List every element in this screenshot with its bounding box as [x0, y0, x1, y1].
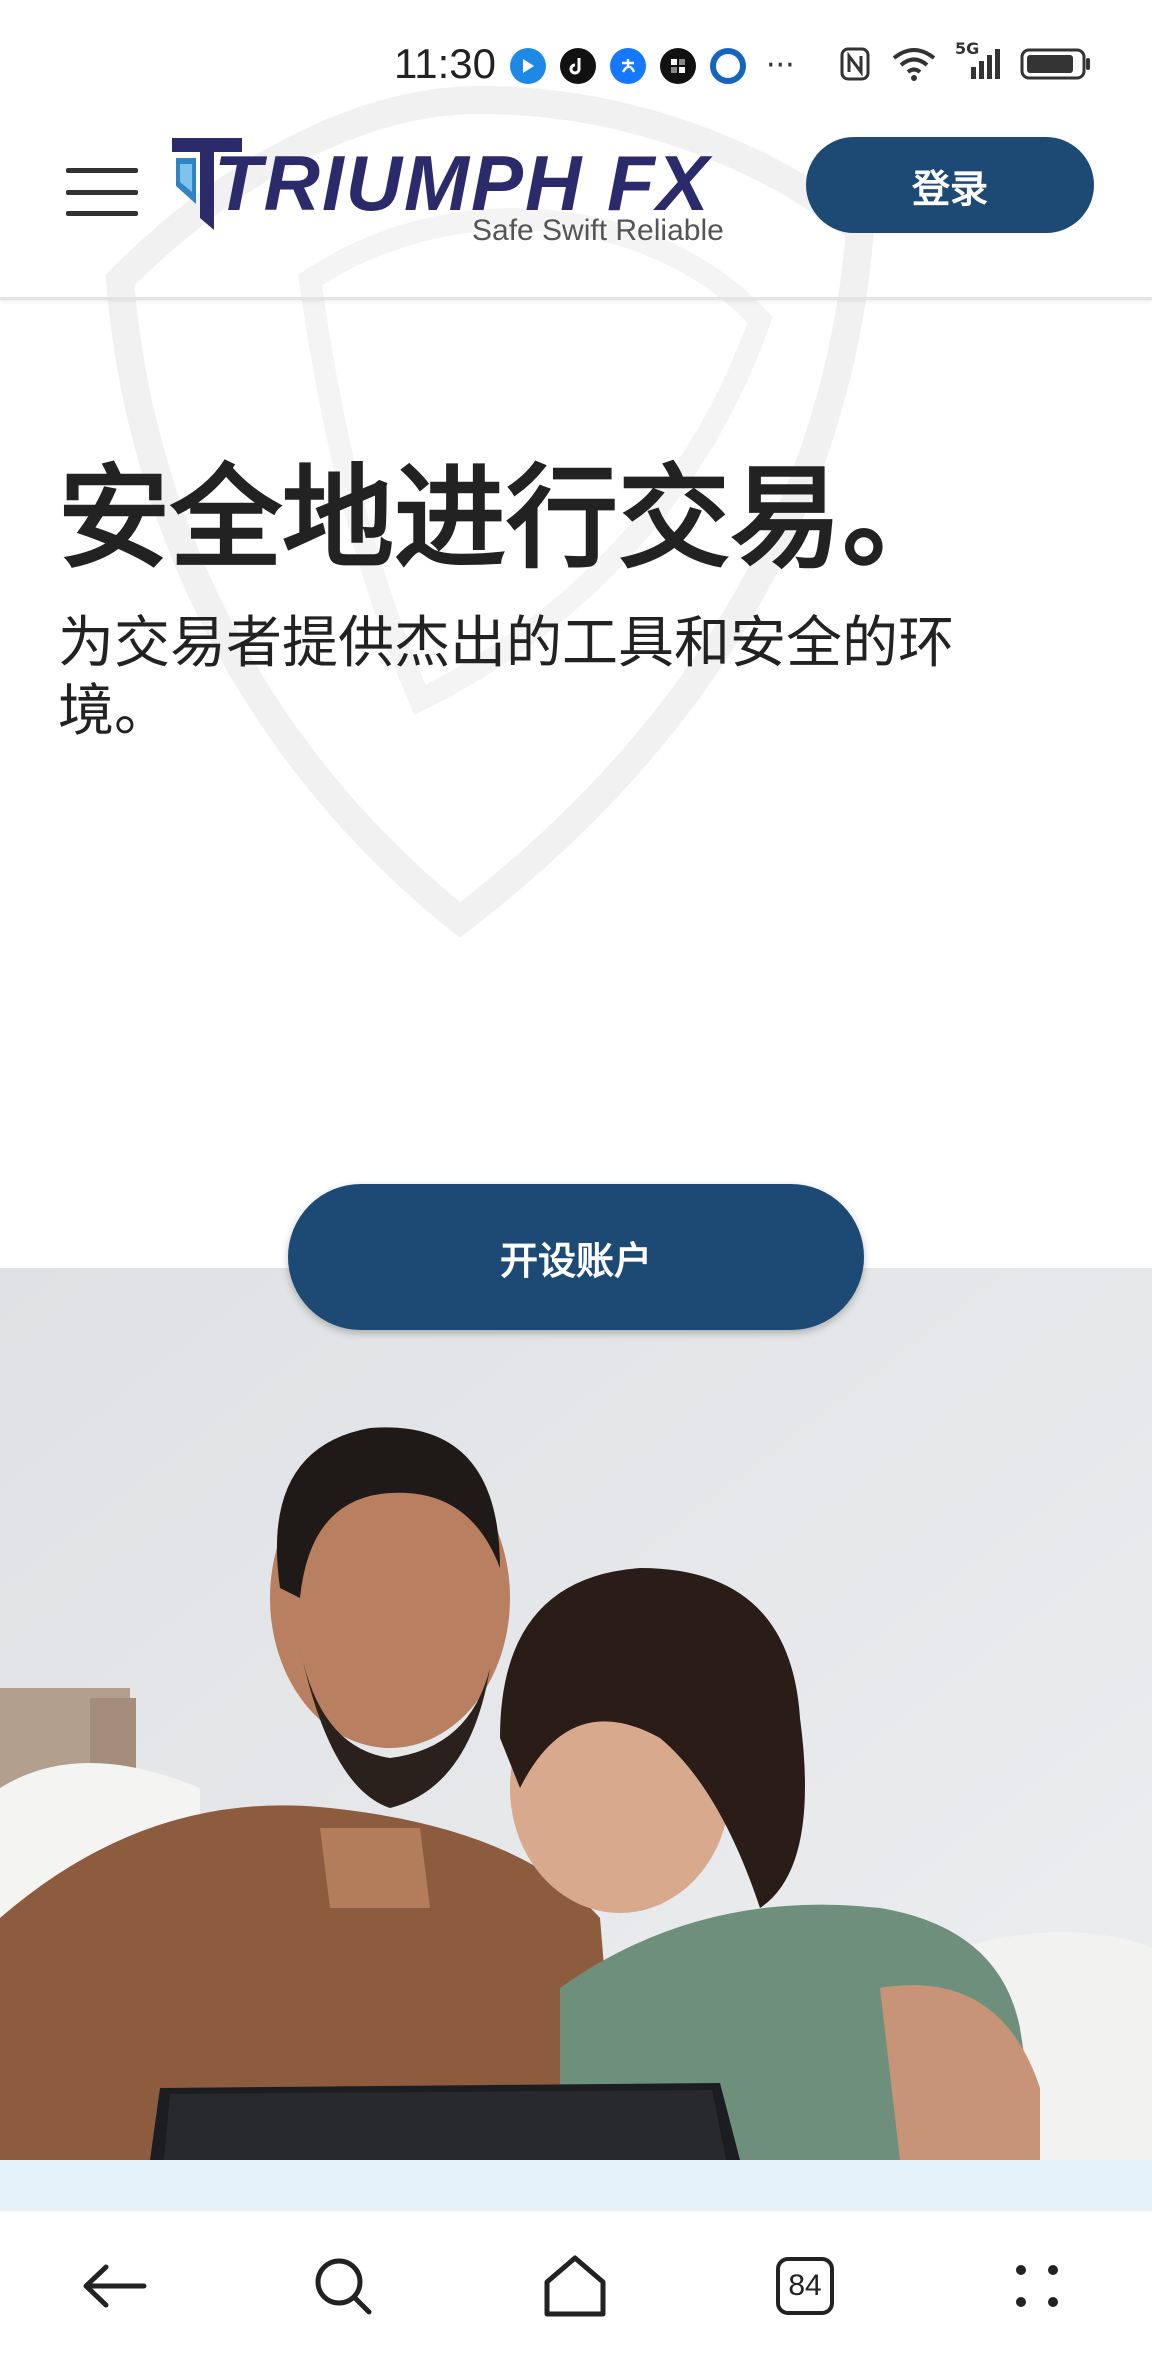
section-divider-strip [0, 2160, 1152, 2210]
status-time: 11:30 [394, 40, 496, 87]
status-bar: 11:30 ··· 5G [0, 0, 1152, 120]
status-app-icons: ··· [510, 48, 795, 84]
hero-title: 安全地进行交易。 [58, 454, 954, 584]
more-icon[interactable] [992, 2241, 1082, 2331]
bluetooth-app-icon [510, 48, 546, 84]
cellular-signal-icon: 5G [955, 39, 1000, 79]
circle-app-icon [710, 48, 746, 84]
home-icon[interactable] [530, 2241, 620, 2331]
logo-tagline: Safe Swift Reliable [472, 214, 724, 247]
search-icon[interactable] [298, 2241, 388, 2331]
network-type: 5G [955, 39, 980, 58]
battery-icon [1020, 48, 1090, 80]
tab-count: 84 [776, 2257, 834, 2315]
hero-photo [0, 1268, 1152, 2160]
hamburger-menu-icon[interactable] [60, 154, 144, 230]
triumph-fx-logo[interactable]: TRIUMPH FX Safe Swift Reliable [170, 126, 724, 256]
app-grid-icon [660, 48, 696, 84]
browser-bottom-nav: 84 [0, 2210, 1152, 2376]
site-header: TRIUMPH FX Safe Swift Reliable 登录 [0, 120, 1152, 300]
nfc-icon [840, 47, 870, 81]
tabs-icon[interactable]: 84 [760, 2241, 850, 2331]
alipay-icon [610, 48, 646, 84]
tiktok-icon [560, 48, 596, 84]
back-arrow-icon[interactable] [70, 2241, 160, 2331]
hero-subtitle: 为交易者提供杰出的工具和安全的环境。 [58, 611, 954, 744]
status-system-icons: 5G [839, 39, 1092, 82]
login-button[interactable]: 登录 [806, 137, 1094, 233]
wifi-icon [892, 48, 936, 81]
status-more: ··· [766, 48, 795, 83]
open-account-button[interactable]: 开设账户 [288, 1184, 864, 1330]
